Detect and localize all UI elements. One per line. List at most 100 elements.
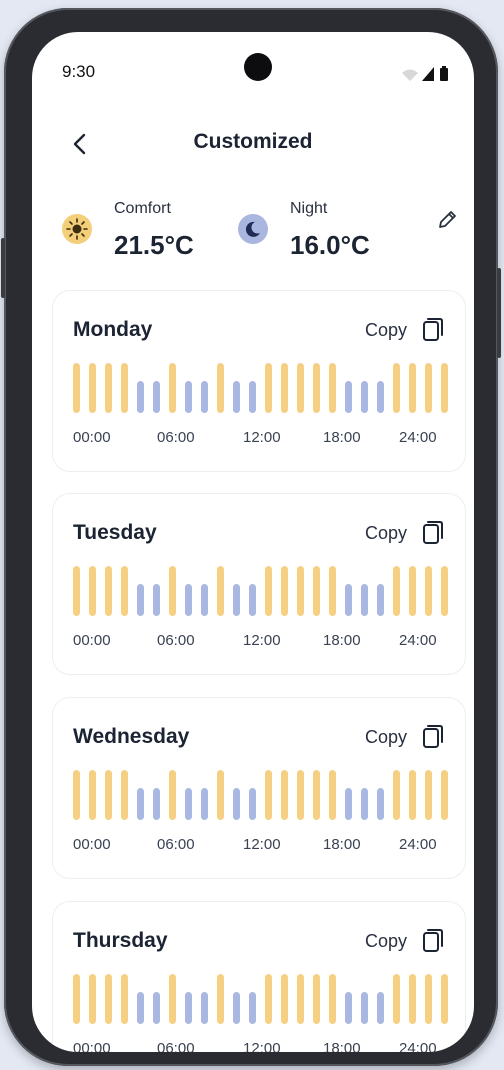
comfort-hour-bar[interactable] [297, 770, 304, 820]
comfort-hour-bar[interactable] [297, 363, 304, 413]
night-hour-bar[interactable] [361, 584, 368, 616]
comfort-hour-bar[interactable] [73, 770, 80, 820]
night-hour-bar[interactable] [249, 788, 256, 820]
comfort-hour-bar[interactable] [297, 974, 304, 1024]
comfort-hour-bar[interactable] [441, 363, 448, 413]
night-hour-bar[interactable] [185, 381, 192, 413]
comfort-hour-bar[interactable] [265, 566, 272, 616]
night-hour-bar[interactable] [377, 992, 384, 1024]
comfort-hour-bar[interactable] [313, 770, 320, 820]
night-hour-bar[interactable] [153, 788, 160, 820]
comfort-hour-bar[interactable] [121, 363, 128, 413]
comfort-hour-bar[interactable] [425, 770, 432, 820]
night-hour-bar[interactable] [345, 788, 352, 820]
comfort-hour-bar[interactable] [281, 566, 288, 616]
comfort-hour-bar[interactable] [297, 566, 304, 616]
comfort-hour-bar[interactable] [313, 566, 320, 616]
comfort-hour-bar[interactable] [441, 566, 448, 616]
comfort-hour-bar[interactable] [281, 363, 288, 413]
night-hour-bar[interactable] [137, 584, 144, 616]
night-hour-bar[interactable] [249, 381, 256, 413]
comfort-hour-bar[interactable] [393, 770, 400, 820]
comfort-hour-bar[interactable] [105, 363, 112, 413]
comfort-hour-bar[interactable] [409, 363, 416, 413]
comfort-hour-bar[interactable] [217, 974, 224, 1024]
comfort-hour-bar[interactable] [73, 566, 80, 616]
night-hour-bar[interactable] [185, 584, 192, 616]
comfort-hour-bar[interactable] [105, 566, 112, 616]
night-hour-bar[interactable] [201, 992, 208, 1024]
comfort-hour-bar[interactable] [425, 566, 432, 616]
comfort-hour-bar[interactable] [169, 974, 176, 1024]
night-hour-bar[interactable] [153, 381, 160, 413]
comfort-hour-bar[interactable] [265, 363, 272, 413]
comfort-hour-bar[interactable] [169, 566, 176, 616]
comfort-hour-bar[interactable] [265, 974, 272, 1024]
night-hour-bar[interactable] [201, 381, 208, 413]
comfort-hour-bar[interactable] [329, 974, 336, 1024]
comfort-hour-bar[interactable] [121, 770, 128, 820]
night-hour-bar[interactable] [249, 584, 256, 616]
night-hour-bar[interactable] [233, 584, 240, 616]
comfort-hour-bar[interactable] [329, 566, 336, 616]
night-hour-bar[interactable] [185, 992, 192, 1024]
night-hour-bar[interactable] [153, 992, 160, 1024]
comfort-hour-bar[interactable] [169, 363, 176, 413]
comfort-hour-bar[interactable] [89, 566, 96, 616]
comfort-hour-bar[interactable] [73, 363, 80, 413]
copy-button[interactable]: Copy [349, 313, 445, 347]
comfort-hour-bar[interactable] [281, 770, 288, 820]
night-hour-bar[interactable] [185, 788, 192, 820]
night-hour-bar[interactable] [201, 788, 208, 820]
comfort-hour-bar[interactable] [105, 974, 112, 1024]
night-hour-bar[interactable] [377, 788, 384, 820]
night-hour-bar[interactable] [201, 584, 208, 616]
copy-button[interactable]: Copy [349, 924, 445, 958]
night-hour-bar[interactable] [137, 788, 144, 820]
night-hour-bar[interactable] [345, 992, 352, 1024]
comfort-hour-bar[interactable] [441, 974, 448, 1024]
night-hour-bar[interactable] [361, 992, 368, 1024]
comfort-hour-bar[interactable] [281, 974, 288, 1024]
night-hour-bar[interactable] [233, 381, 240, 413]
night-hour-bar[interactable] [233, 788, 240, 820]
night-hour-bar[interactable] [345, 381, 352, 413]
comfort-hour-bar[interactable] [73, 974, 80, 1024]
night-hour-bar[interactable] [137, 381, 144, 413]
comfort-hour-bar[interactable] [425, 363, 432, 413]
comfort-hour-bar[interactable] [265, 770, 272, 820]
night-hour-bar[interactable] [249, 992, 256, 1024]
comfort-hour-bar[interactable] [425, 974, 432, 1024]
comfort-hour-bar[interactable] [441, 770, 448, 820]
night-hour-bar[interactable] [361, 381, 368, 413]
comfort-hour-bar[interactable] [105, 770, 112, 820]
comfort-hour-bar[interactable] [329, 363, 336, 413]
comfort-hour-bar[interactable] [89, 770, 96, 820]
night-hour-bar[interactable] [345, 584, 352, 616]
comfort-hour-bar[interactable] [217, 363, 224, 413]
comfort-hour-bar[interactable] [121, 974, 128, 1024]
day-card[interactable]: Tuesday Copy 00:00 06:00 12:00 18:00 24:00 [52, 493, 466, 675]
night-hour-bar[interactable] [361, 788, 368, 820]
night-hour-bar[interactable] [233, 992, 240, 1024]
comfort-hour-bar[interactable] [409, 974, 416, 1024]
day-card[interactable]: Monday Copy 00:00 06:00 12:00 18:00 24:00 [52, 290, 466, 472]
comfort-hour-bar[interactable] [89, 974, 96, 1024]
comfort-hour-bar[interactable] [313, 974, 320, 1024]
comfort-hour-bar[interactable] [393, 974, 400, 1024]
comfort-hour-bar[interactable] [169, 770, 176, 820]
comfort-hour-bar[interactable] [89, 363, 96, 413]
comfort-hour-bar[interactable] [329, 770, 336, 820]
night-hour-bar[interactable] [153, 584, 160, 616]
comfort-hour-bar[interactable] [393, 566, 400, 616]
copy-button[interactable]: Copy [349, 516, 445, 550]
day-card[interactable]: Thursday Copy 00:00 06:00 12:00 18:00 24:00 [52, 901, 466, 1052]
night-hour-bar[interactable] [377, 584, 384, 616]
comfort-hour-bar[interactable] [313, 363, 320, 413]
night-hour-bar[interactable] [137, 992, 144, 1024]
comfort-hour-bar[interactable] [393, 363, 400, 413]
comfort-hour-bar[interactable] [121, 566, 128, 616]
day-card[interactable]: Wednesday Copy 00:00 06:00 12:00 18:00 24:00 [52, 697, 466, 879]
edit-button[interactable] [432, 204, 462, 234]
comfort-hour-bar[interactable] [217, 566, 224, 616]
